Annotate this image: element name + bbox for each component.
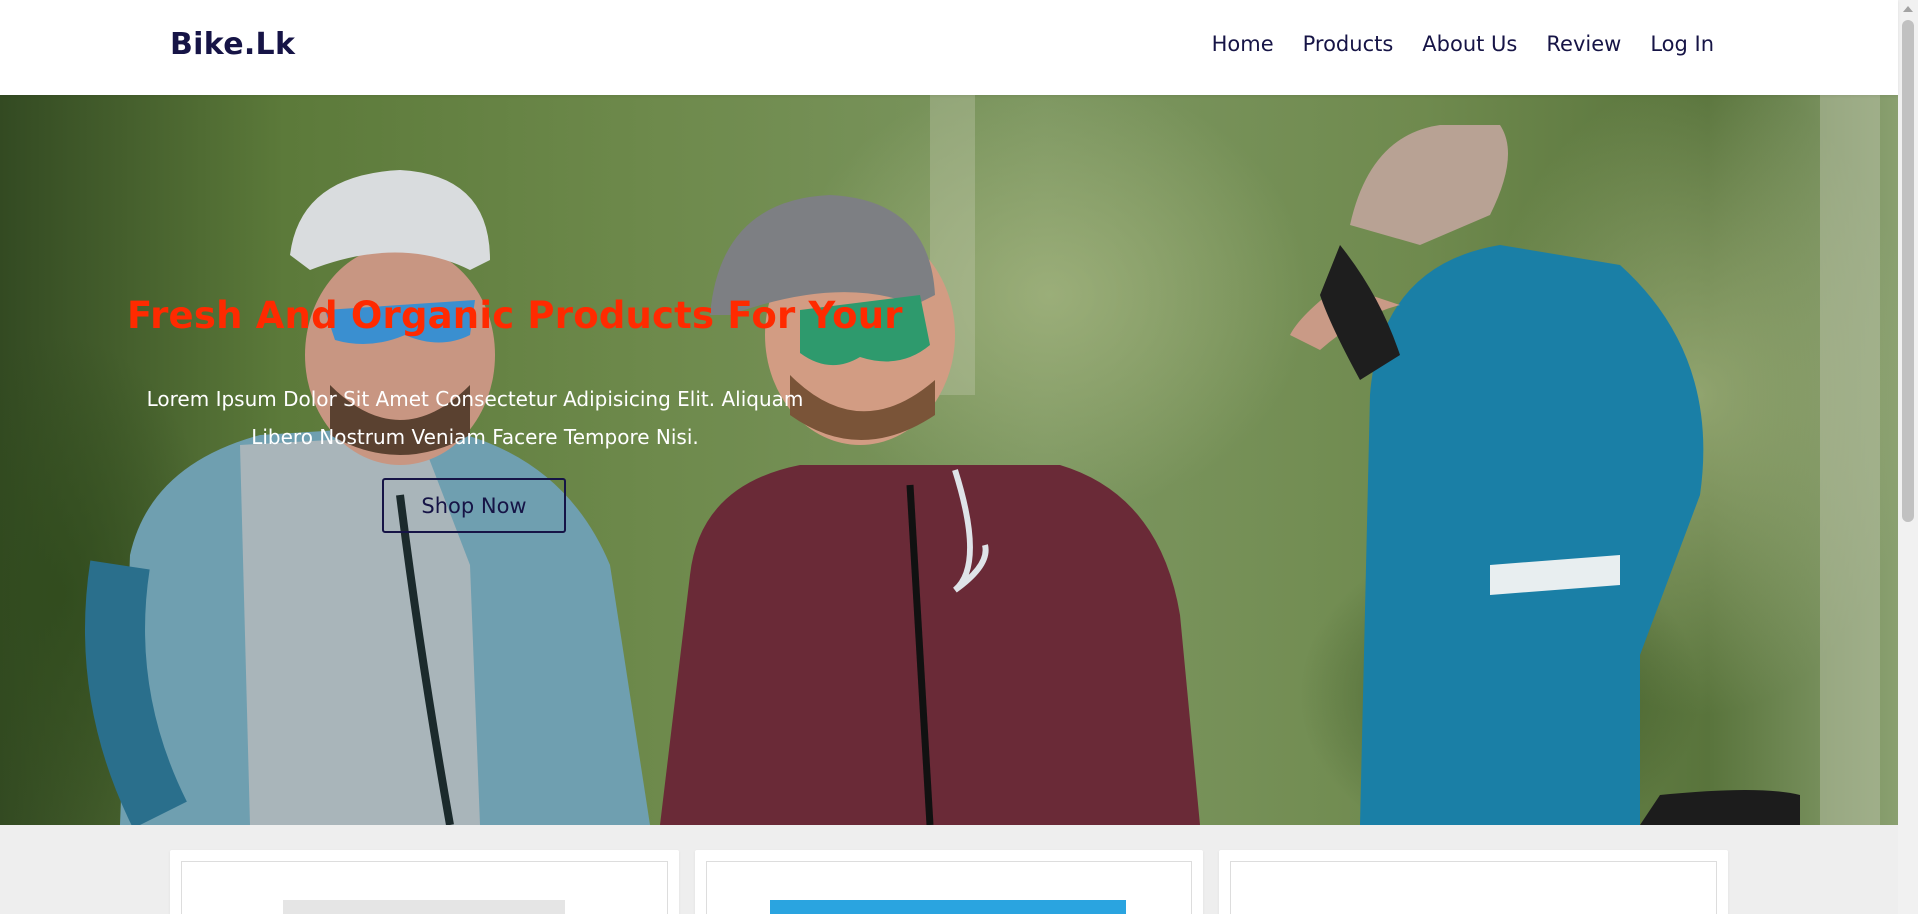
nav-log-in-link[interactable]: Log In xyxy=(1650,32,1714,56)
product-card[interactable] xyxy=(694,850,1204,914)
site-logo[interactable]: Bike.Lk xyxy=(170,27,295,62)
hero-section: Fresh And Organic Products For Your Lore… xyxy=(0,95,1898,825)
hero-title: Fresh And Organic Products For Your xyxy=(127,294,903,337)
product-card-frame xyxy=(1230,861,1718,914)
nav-products-link[interactable]: Products xyxy=(1303,32,1394,56)
shop-now-button[interactable]: Shop Now xyxy=(382,478,566,533)
scrollbar-thumb[interactable] xyxy=(1902,20,1914,522)
product-card[interactable] xyxy=(1219,850,1729,914)
product-card-frame xyxy=(181,861,668,914)
nav-home-link[interactable]: Home xyxy=(1212,32,1274,56)
page: Bike.Lk Home Products About Us Review Lo… xyxy=(0,0,1918,914)
product-card-frame xyxy=(705,861,1193,914)
vertical-scrollbar[interactable] xyxy=(1898,0,1918,914)
scroll-up-arrow-icon[interactable] xyxy=(1903,6,1913,12)
product-card[interactable] xyxy=(170,850,679,914)
site-header: Bike.Lk Home Products About Us Review Lo… xyxy=(0,0,1898,95)
product-cards xyxy=(170,850,1729,914)
product-image xyxy=(769,900,1126,914)
nav-review-link[interactable]: Review xyxy=(1546,32,1621,56)
nav-about-us-link[interactable]: About Us xyxy=(1422,32,1517,56)
main-nav: Home Products About Us Review Log In xyxy=(1212,32,1714,56)
hero-description: Lorem Ipsum Dolor Sit Amet Consectetur A… xyxy=(146,387,804,449)
product-image xyxy=(283,900,565,914)
